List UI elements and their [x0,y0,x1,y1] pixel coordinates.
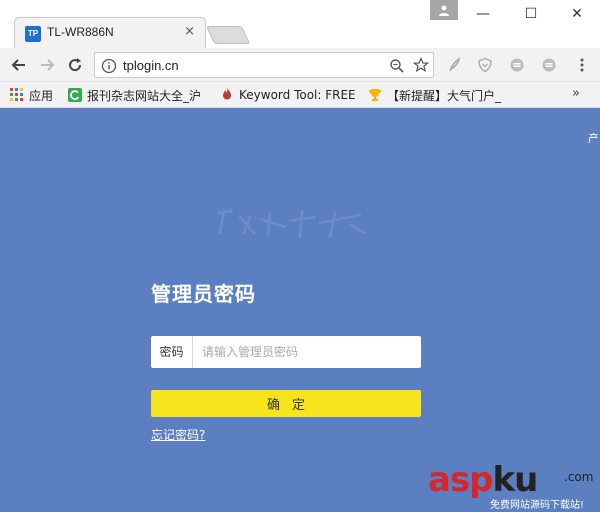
back-arrow-icon[interactable] [10,56,28,74]
close-window-button[interactable]: ✕ [562,4,592,24]
address-bar[interactable]: tplogin.cn [94,52,434,78]
menu-kebab-icon[interactable] [574,57,590,73]
extension-shield-icon[interactable] [477,57,493,73]
corner-text[interactable]: 产 [588,130,599,146]
router-login-page: 产 管理员密码 密码 确定 忘记密码? [0,108,600,512]
person-icon [439,5,449,16]
extension-circle-icon-2[interactable] [541,57,557,73]
bookmark-star-icon[interactable] [413,57,429,73]
bookmarks-overflow-icon[interactable]: » [572,86,580,101]
tab-title: TL-WR886N [47,25,114,39]
forward-arrow-icon[interactable] [38,56,56,74]
bookmarks-bar: 应用 报刊杂志网站大全_沪 Keyword Tool: FREE 【新提醒】大气… [0,82,600,108]
watermark-main: aspku [428,460,538,500]
bookmark-portal[interactable]: 【新提醒】大气门户_ [368,87,501,104]
browser-titlebar: TP TL-WR886N × — ☐ ✕ [0,0,600,48]
bookmark-keyword-tool[interactable]: Keyword Tool: FREE [220,87,356,102]
maximize-button[interactable]: ☐ [516,4,546,24]
browser-toolbar: tplogin.cn [0,48,600,82]
extension-circle-icon[interactable] [509,57,525,73]
profile-button[interactable] [430,0,458,20]
page-title: 管理员密码 [151,282,256,306]
password-input[interactable] [194,336,420,368]
tab-close-icon[interactable]: × [184,24,195,39]
watermark-tagline: 免费网站源码下载站! [490,500,585,511]
extension-feather-icon[interactable] [446,57,462,73]
bookmark-apps[interactable]: 应用 [10,87,53,104]
logo-ghost-icon [216,209,367,239]
browser-tab-active[interactable]: TP TL-WR886N × [14,17,206,48]
info-icon[interactable] [101,58,117,74]
tp-favicon-icon: TP [25,26,41,42]
zoom-icon[interactable] [389,58,405,74]
refresh-c-icon [68,88,82,102]
password-field-group: 密码 [151,336,421,368]
bookmark-label: 【新提醒】大气门户_ [387,89,502,103]
forgot-password-link[interactable]: 忘记密码? [151,426,205,443]
bookmark-label: 报刊杂志网站大全_沪 [87,89,202,103]
bookmark-label: Keyword Tool: FREE [239,88,356,102]
flame-icon [223,88,231,100]
url-text[interactable]: tplogin.cn [123,58,179,73]
watermark-logo: aspku .com 免费网站源码下载站! [428,460,600,512]
reload-icon[interactable] [66,56,84,74]
password-label: 密码 [151,336,193,368]
bookmark-label: 应用 [29,89,54,103]
new-tab-button[interactable] [205,26,251,44]
apps-grid-icon [10,88,24,102]
bookmark-magazines[interactable]: 报刊杂志网站大全_沪 [68,87,201,104]
minimize-button[interactable]: — [468,4,498,24]
watermark-domain-suffix: .com [564,470,594,484]
confirm-button[interactable]: 确定 [151,390,421,417]
trophy-icon [369,89,381,101]
